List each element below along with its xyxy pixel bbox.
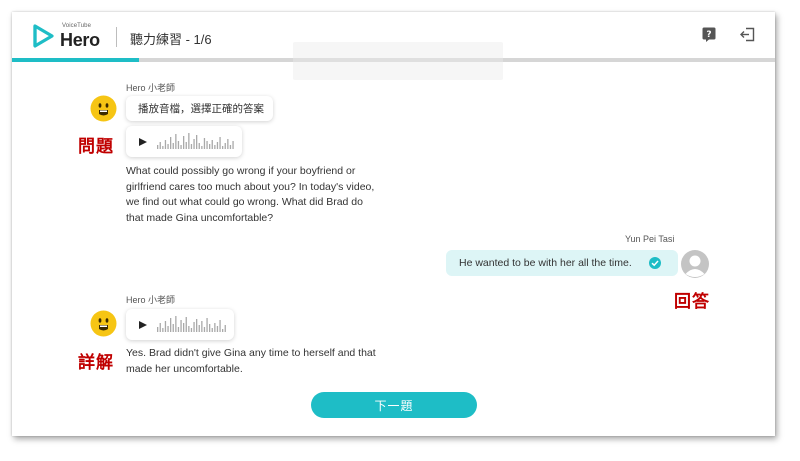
logo-sub: VoiceTube — [62, 23, 92, 29]
answer-sender: Yun Pei Tasi — [625, 234, 675, 244]
waveform-bar — [162, 145, 164, 149]
question-audio-player[interactable] — [126, 126, 242, 157]
exit-icon[interactable] — [740, 27, 755, 42]
explanation-text: Yes. Brad didn't give Gina any time to h… — [126, 346, 406, 377]
waveform-bar — [209, 323, 211, 332]
svg-text:?: ? — [706, 30, 711, 40]
explanation-audio-player[interactable] — [126, 309, 234, 340]
explanation-line: made her uncomfortable. — [126, 362, 243, 375]
waveform-bar — [203, 326, 206, 332]
logo-play-icon — [33, 24, 54, 48]
waveform-bar — [216, 141, 219, 149]
waveform-bar — [167, 325, 169, 332]
voicetube-hero-logo[interactable]: VoiceTube Hero — [32, 23, 118, 50]
waveform-bar — [170, 136, 172, 149]
waveform-bar — [193, 138, 195, 149]
answer-text: He wanted to be with her all the time. — [459, 257, 632, 269]
waveform-bar — [198, 324, 200, 332]
explanation-waveform[interactable] — [157, 314, 229, 336]
answer-bubble: He wanted to be with her all the time. — [446, 250, 678, 276]
answer-annotation: 回答 — [674, 292, 710, 312]
question-line: What could possibly go wrong if your boy… — [126, 165, 356, 177]
next-question-button[interactable]: 下一題 — [311, 392, 477, 418]
play-icon[interactable] — [139, 320, 147, 329]
help-icon[interactable]: ? — [702, 27, 716, 42]
waveform-bar — [190, 327, 193, 332]
waveform-bar — [232, 140, 234, 149]
question-sender: Hero 小老師 — [126, 83, 176, 93]
waveform-bar — [175, 133, 177, 149]
instruction-bubble: 播放音檔，選擇正確的答案 — [126, 96, 273, 121]
waveform-bar — [224, 142, 226, 149]
teacher-avatar-icon — [90, 95, 117, 122]
waveform-bar — [185, 316, 187, 332]
teacher-avatar-icon — [90, 310, 117, 337]
waveform-bar — [222, 145, 224, 149]
app-window: VoiceTube Hero 聽力練習 - 1/6 ? Hero 小老師 播放音 — [12, 12, 775, 436]
waveform-bar — [159, 141, 161, 149]
waveform-bar — [162, 327, 164, 332]
play-icon[interactable] — [139, 137, 147, 146]
waveform-bar — [180, 144, 182, 149]
waveform-bar — [211, 139, 213, 149]
waveform-bar — [206, 317, 208, 332]
question-annotation: 問題 — [78, 137, 114, 157]
waveform-bar — [188, 325, 190, 332]
question-line: that made Gina uncomfortable? — [126, 211, 274, 224]
question-line: we find out what could go wrong. What di… — [126, 196, 363, 208]
waveform-bar — [229, 144, 232, 149]
waveform-bar — [183, 135, 185, 149]
explanation-sender: Hero 小老師 — [126, 295, 176, 305]
waveform-bar — [203, 137, 206, 149]
waveform-bar — [219, 136, 221, 149]
waveform-bar — [170, 317, 172, 332]
waveform-bar — [214, 144, 216, 149]
waveform-bar — [222, 328, 224, 332]
waveform-bar — [201, 145, 203, 149]
explanation-line: Yes. Brad didn't give Gina any time to h… — [126, 347, 376, 359]
waveform-bar — [172, 323, 174, 332]
waveform-bar — [175, 315, 177, 332]
page-title: 聽力練習 - 1/6 — [130, 32, 212, 47]
check-circle-icon — [649, 257, 661, 269]
waveform-bar — [157, 326, 159, 332]
progress-fill — [12, 58, 140, 62]
waveform-bar — [177, 140, 180, 149]
logo-main: Hero — [60, 30, 100, 50]
waveform-bar — [206, 140, 208, 149]
header-divider — [116, 27, 117, 47]
waveform-bar — [157, 144, 159, 149]
explanation-annotation: 詳解 — [78, 353, 114, 373]
waveform-bar — [196, 318, 198, 332]
faded-overlay — [293, 42, 503, 80]
waveform-bar — [188, 132, 190, 149]
question-waveform[interactable] — [157, 131, 235, 153]
logo-text: VoiceTube Hero — [58, 23, 118, 50]
waveform-bar — [183, 322, 185, 332]
user-avatar-icon — [681, 250, 709, 278]
waveform-bar — [216, 325, 219, 332]
waveform-bar — [209, 143, 211, 149]
waveform-bar — [224, 324, 226, 332]
question-line: girlfriend cares too much about you? In … — [126, 180, 375, 193]
waveform-bar — [164, 320, 167, 332]
instruction-text: 播放音檔，選擇正確的答案 — [138, 103, 264, 115]
waveform-bar — [180, 319, 182, 332]
waveform-bar — [196, 134, 198, 149]
waveform-bar — [219, 319, 221, 332]
waveform-bar — [214, 322, 216, 332]
waveform-bar — [164, 139, 167, 149]
waveform-bar — [193, 321, 195, 332]
waveform-bar — [190, 143, 193, 149]
waveform-bar — [198, 142, 200, 149]
waveform-bar — [185, 141, 187, 149]
waveform-bar — [211, 327, 213, 332]
waveform-bar — [159, 322, 161, 332]
waveform-bar — [201, 320, 203, 332]
waveform-bar — [227, 138, 229, 149]
waveform-bar — [177, 326, 180, 332]
question-text: What could possibly go wrong if your boy… — [126, 164, 406, 226]
waveform-bar — [172, 142, 174, 149]
waveform-bar — [167, 143, 169, 149]
